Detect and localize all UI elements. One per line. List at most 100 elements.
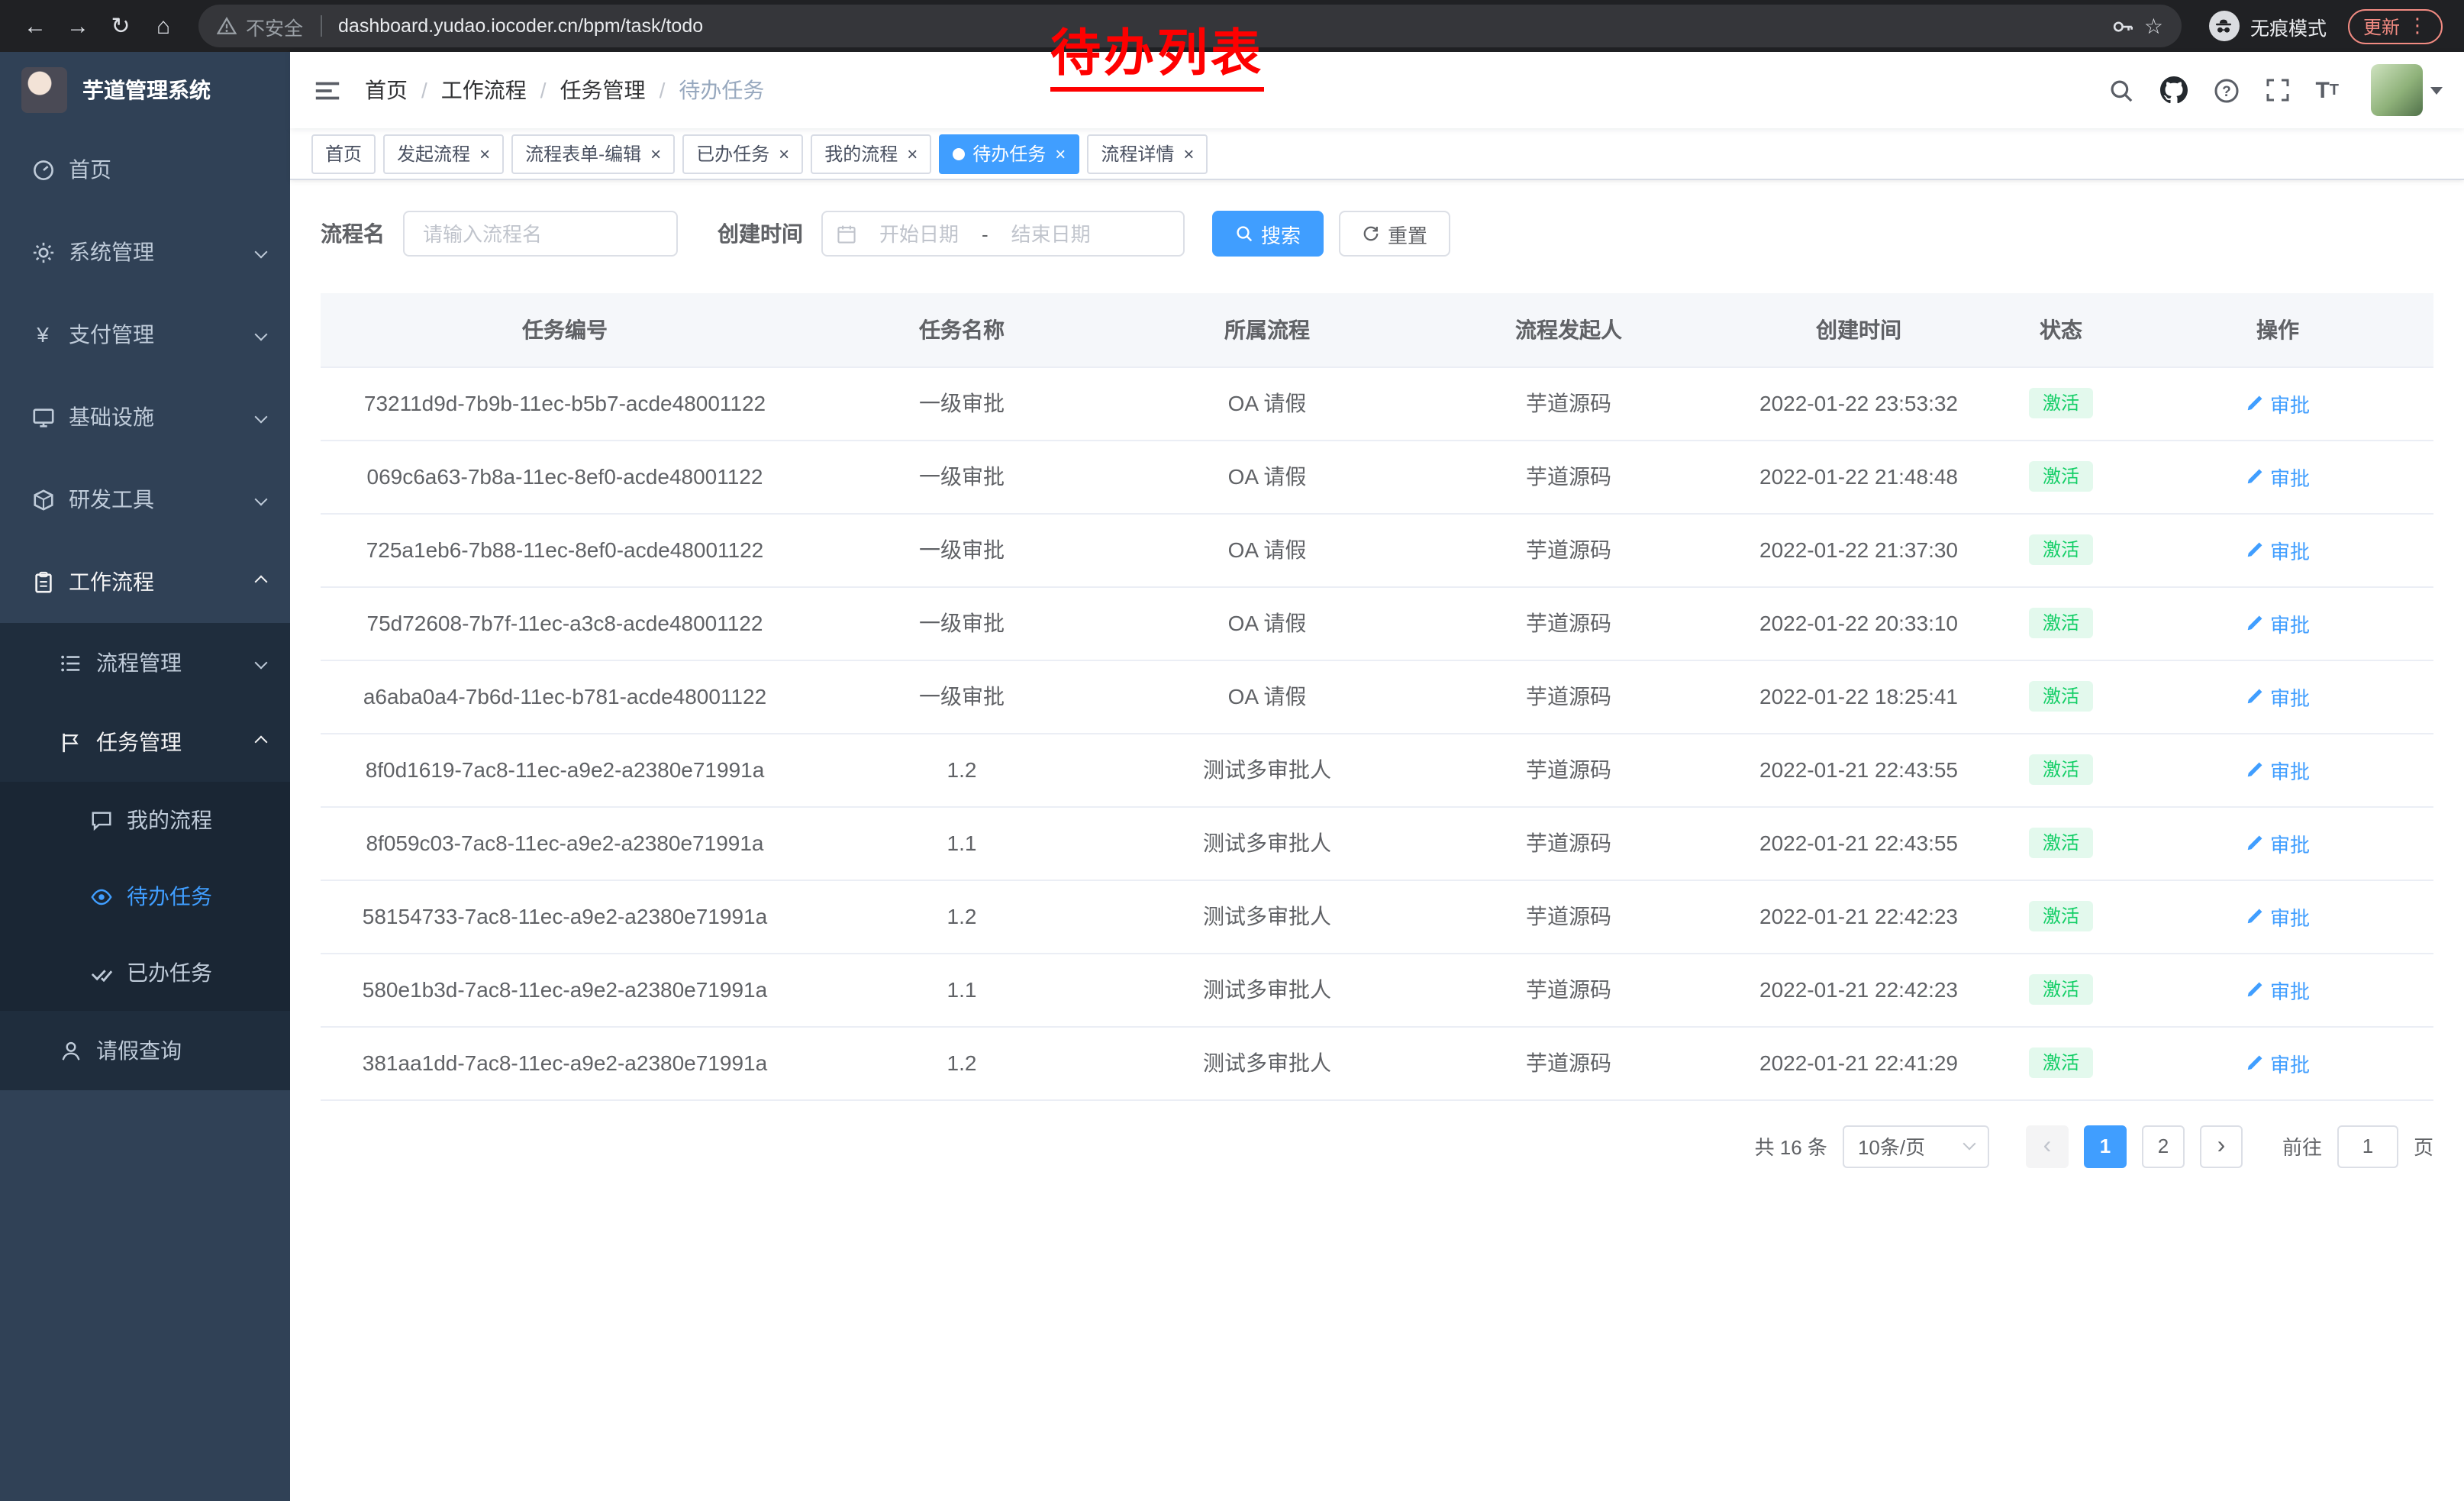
col-create-time: 创建时间 [1717, 293, 2000, 366]
close-icon[interactable]: × [479, 144, 490, 163]
page-button-1[interactable]: 1 [2084, 1125, 2127, 1167]
sidebar-item-dev-tools[interactable]: 研发工具 [0, 458, 290, 541]
close-icon[interactable]: × [907, 144, 918, 163]
breadcrumb-separator: / [421, 78, 427, 102]
initiator-cell: 芋道源码 [1420, 513, 1717, 586]
password-key-icon[interactable] [2112, 15, 2135, 37]
sidebar-item-task-mgmt[interactable]: 任务管理 [0, 702, 290, 782]
create-time-cell: 2022-01-22 23:53:32 [1717, 366, 2000, 440]
approve-link[interactable]: 审批 [2246, 828, 2310, 857]
end-date-input[interactable] [995, 222, 1108, 245]
status-badge: 激活 [2029, 388, 2093, 418]
navbar: 首页 / 工作流程 / 任务管理 / 待办任务 ? TT [290, 52, 2464, 128]
page-button-2[interactable]: 2 [2142, 1125, 2185, 1167]
breadcrumb-item[interactable]: 任务管理 [560, 75, 646, 105]
tab-form-edit[interactable]: 流程表单-编辑× [511, 134, 675, 173]
sidebar-item-todo-tasks[interactable]: 待办任务 [0, 858, 290, 934]
action-cell: 审批 [2122, 440, 2433, 513]
user-menu[interactable] [2371, 64, 2443, 116]
hamburger-icon[interactable] [290, 76, 365, 105]
browser-refresh-button[interactable]: ↻ [101, 6, 140, 46]
approve-link[interactable]: 审批 [2246, 755, 2310, 784]
create-time-cell: 2022-01-22 20:33:10 [1717, 586, 2000, 660]
status-badge: 激活 [2029, 901, 2093, 931]
action-cell: 审批 [2122, 953, 2433, 1026]
close-icon[interactable]: × [1055, 144, 1066, 163]
prev-page-button[interactable]: ‹ [2026, 1125, 2069, 1167]
process-name-input[interactable] [403, 211, 678, 257]
create-time-cell: 2022-01-21 22:42:23 [1717, 880, 2000, 953]
breadcrumb-item[interactable]: 工作流程 [441, 75, 527, 105]
tab-todo-tasks[interactable]: 待办任务× [939, 134, 1079, 173]
sidebar-item-home[interactable]: 首页 [0, 128, 290, 211]
sidebar-logo[interactable]: 芋道管理系统 [0, 52, 290, 128]
sidebar-item-system-mgmt[interactable]: 系统管理 [0, 211, 290, 293]
breadcrumb: 首页 / 工作流程 / 任务管理 / 待办任务 [365, 75, 764, 105]
screen: ← → ↻ ⌂ 不安全 dashboard.yudao.iocoder.cn/b… [0, 0, 2464, 1501]
close-icon[interactable]: × [1183, 144, 1194, 163]
approve-link[interactable]: 审批 [2246, 682, 2310, 711]
close-icon[interactable]: × [650, 144, 661, 163]
approve-link[interactable]: 审批 [2246, 462, 2310, 491]
approve-link[interactable]: 审批 [2246, 902, 2310, 931]
status-cell: 激活 [2000, 953, 2122, 1026]
approve-link[interactable]: 审批 [2246, 389, 2310, 418]
calendar-icon [837, 224, 856, 244]
approve-link[interactable]: 审批 [2246, 1048, 2310, 1077]
approve-link[interactable]: 审批 [2246, 608, 2310, 638]
fullscreen-icon[interactable] [2265, 78, 2289, 102]
browser-menu-dots-icon: ⋮ [2408, 14, 2427, 38]
search-button[interactable]: 搜索 [1212, 211, 1324, 257]
bookmark-star-icon[interactable]: ☆ [2144, 13, 2163, 39]
sidebar-item-payment-mgmt[interactable]: ¥ 支付管理 [0, 293, 290, 376]
font-size-icon[interactable]: TT [2315, 77, 2339, 103]
pagination: 共 16 条 10条/页 ‹ 1 2 › 前往 页 [321, 1125, 2433, 1198]
sidebar-item-workflow[interactable]: 工作流程 [0, 541, 290, 623]
reset-button[interactable]: 重置 [1339, 211, 1450, 257]
sidebar-item-label: 待办任务 [127, 881, 212, 912]
tab-start-process[interactable]: 发起流程× [383, 134, 504, 173]
pencil-icon [2246, 541, 2264, 559]
process-cell: OA 请假 [1114, 366, 1420, 440]
tab-process-detail[interactable]: 流程详情× [1087, 134, 1208, 173]
sidebar-item-label: 工作流程 [69, 567, 154, 597]
page-size-value: 10条/页 [1858, 1131, 1925, 1160]
sidebar-item-done-tasks[interactable]: 已办任务 [0, 934, 290, 1011]
sidebar-item-infrastructure[interactable]: 基础设施 [0, 376, 290, 458]
help-icon[interactable]: ? [2213, 77, 2239, 103]
date-range-picker[interactable]: - [821, 211, 1185, 257]
task-name-cell: 1.2 [809, 880, 1114, 953]
address-bar[interactable]: 不安全 dashboard.yudao.iocoder.cn/bpm/task/… [198, 5, 2182, 47]
goto-page-input[interactable] [2337, 1125, 2398, 1167]
page-size-select[interactable]: 10条/页 [1843, 1125, 1989, 1167]
search-icon[interactable] [2108, 77, 2133, 103]
action-cell: 审批 [2122, 366, 2433, 440]
browser-home-button[interactable]: ⌂ [144, 6, 183, 46]
next-page-button[interactable]: › [2200, 1125, 2243, 1167]
browser-back-button[interactable]: ← [15, 6, 55, 46]
approve-link[interactable]: 审批 [2246, 535, 2310, 564]
filter-form: 流程名 创建时间 - 搜索 [321, 211, 2433, 257]
pencil-icon [2246, 394, 2264, 412]
avatar[interactable] [2371, 64, 2423, 116]
action-cell: 审批 [2122, 733, 2433, 806]
tab-home[interactable]: 首页 [311, 134, 376, 173]
start-date-input[interactable] [863, 222, 976, 245]
breadcrumb-item[interactable]: 首页 [365, 75, 408, 105]
approve-link[interactable]: 审批 [2246, 975, 2310, 1004]
github-icon[interactable] [2159, 76, 2187, 104]
browser-forward-button[interactable]: → [58, 6, 98, 46]
browser-update-button[interactable]: 更新 ⋮ [2348, 8, 2443, 44]
status-cell: 激活 [2000, 366, 2122, 440]
sidebar-item-process-mgmt[interactable]: 流程管理 [0, 623, 290, 702]
tab-my-process[interactable]: 我的流程× [811, 134, 931, 173]
status-cell: 激活 [2000, 586, 2122, 660]
task-name-cell: 1.1 [809, 953, 1114, 1026]
tab-done-tasks[interactable]: 已办任务× [682, 134, 803, 173]
action-cell: 审批 [2122, 1026, 2433, 1099]
sidebar-item-my-process[interactable]: 我的流程 [0, 782, 290, 858]
status-badge: 激活 [2029, 461, 2093, 492]
sidebar-item-leave-query[interactable]: 请假查询 [0, 1011, 290, 1090]
pencil-icon [2246, 467, 2264, 486]
close-icon[interactable]: × [779, 144, 789, 163]
